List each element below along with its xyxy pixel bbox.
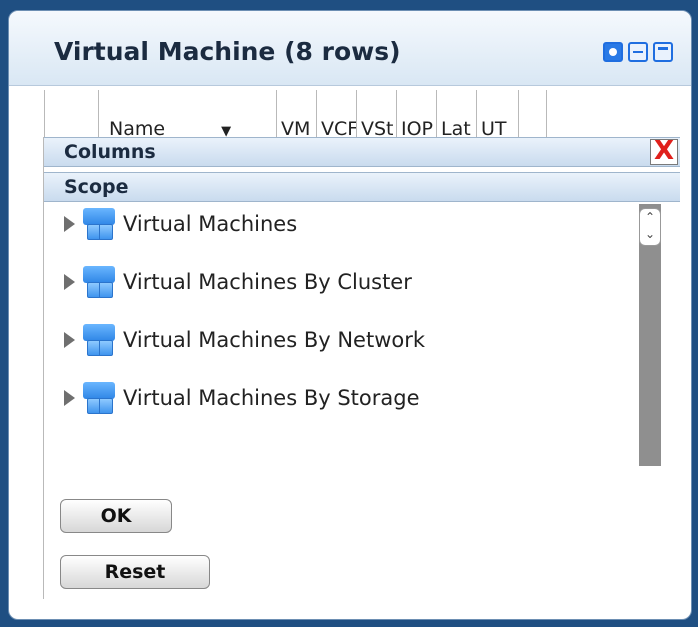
window-controls — [603, 42, 673, 62]
expand-arrow-icon[interactable] — [64, 390, 75, 406]
tree-item-label: Virtual Machines By Storage — [123, 386, 420, 410]
expand-arrow-icon[interactable] — [64, 216, 75, 232]
widget-header: Virtual Machine (8 rows) — [9, 11, 691, 86]
vm-group-icon — [81, 322, 117, 358]
vm-group-icon — [81, 380, 117, 416]
column-header-ut[interactable]: UT — [477, 90, 519, 142]
column-header-lat[interactable]: Lat — [437, 90, 477, 142]
minimize-icon[interactable] — [628, 42, 648, 62]
columns-title: Columns — [64, 141, 156, 163]
ok-button[interactable]: OK — [60, 499, 172, 533]
column-header-name[interactable]: Name ▼ — [99, 90, 277, 142]
virtual-machine-widget: Virtual Machine (8 rows) Name ▼ VM VCF V… — [8, 10, 692, 620]
column-header-vcf[interactable]: VCF — [317, 90, 357, 142]
expand-arrow-icon[interactable] — [64, 332, 75, 348]
reset-button[interactable]: Reset — [60, 555, 210, 589]
tree-item-label: Virtual Machines By Network — [123, 328, 426, 352]
tree-item-label: Virtual Machines — [123, 212, 298, 236]
tree-item-label: Virtual Machines By Cluster — [123, 270, 412, 294]
table-header: Name ▼ VM VCF VSt IOP Lat UT — [44, 90, 679, 142]
maximize-icon[interactable] — [653, 42, 673, 62]
column-header-extra[interactable] — [519, 90, 547, 142]
scope-label: Scope — [64, 176, 129, 198]
select-column-header[interactable] — [44, 90, 99, 142]
vm-group-icon — [81, 206, 117, 242]
scope-header: Scope — [44, 172, 680, 202]
tree-item-by-storage[interactable]: Virtual Machines By Storage — [52, 378, 420, 418]
columns-header: Columns X — [44, 137, 680, 167]
tree-scrollbar[interactable]: ⌃ ⌄ — [639, 204, 661, 466]
scope-tree: Virtual Machines Virtual Machines By Clu… — [52, 204, 628, 466]
column-header-vm[interactable]: VM — [277, 90, 317, 142]
vm-group-icon — [81, 264, 117, 300]
scroll-thumb[interactable]: ⌃ ⌄ — [639, 208, 661, 246]
tree-item-by-cluster[interactable]: Virtual Machines By Cluster — [52, 262, 412, 302]
column-header-vst[interactable]: VSt — [357, 90, 397, 142]
tree-item-virtual-machines[interactable]: Virtual Machines — [52, 204, 297, 244]
columns-dialog: Columns X Scope Virtual Machines Virtual… — [43, 137, 680, 599]
close-icon[interactable]: X — [650, 138, 678, 165]
column-header-iop[interactable]: IOP — [397, 90, 437, 142]
expand-arrow-icon[interactable] — [64, 274, 75, 290]
widget-title: Virtual Machine (8 rows) — [54, 37, 401, 66]
settings-icon[interactable] — [603, 42, 623, 62]
tree-item-by-network[interactable]: Virtual Machines By Network — [52, 320, 425, 360]
